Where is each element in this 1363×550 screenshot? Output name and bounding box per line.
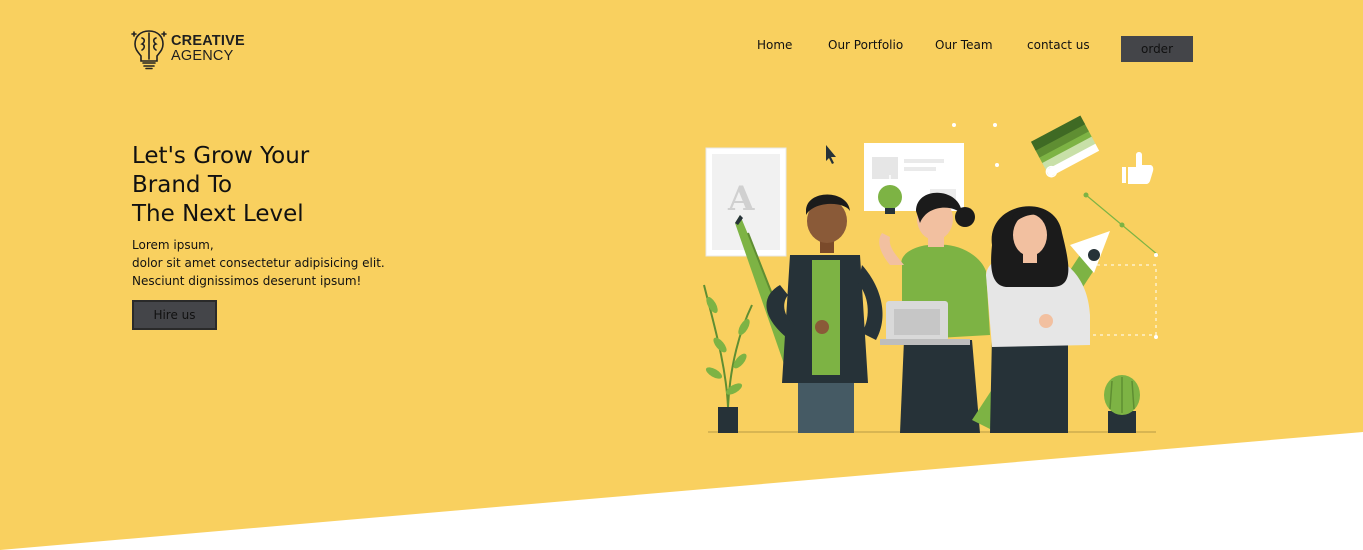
creative-team-illustration: A: [703, 115, 1159, 433]
woman-figure-right: [986, 206, 1090, 433]
brand-name-line2: AGENCY: [171, 48, 234, 64]
cursor-icon: [826, 145, 836, 164]
brain-lightbulb-icon: [131, 30, 167, 70]
nav-home-link[interactable]: Home: [757, 38, 792, 52]
hero-text-line: Lorem ipsum,: [132, 238, 214, 252]
hero-text-line: dolor sit amet consectetur adipisicing e…: [132, 256, 385, 270]
hero-description: Lorem ipsum, dolor sit amet consectetur …: [132, 236, 385, 290]
woman-figure-laptop: [879, 192, 990, 433]
hero-title-line: The Next Level: [132, 201, 304, 227]
thumbs-up-icon: [1122, 152, 1154, 184]
brand-name-line1: CREATIVE: [171, 33, 245, 49]
cactus-icon: [1104, 375, 1140, 433]
hero-title-line: Brand To: [132, 172, 233, 198]
color-swatch-icon: [1030, 115, 1100, 178]
nav-contact-link[interactable]: contact us: [1027, 38, 1090, 52]
order-button[interactable]: order: [1121, 36, 1193, 62]
hire-us-button[interactable]: Hire us: [132, 300, 217, 330]
hero-title: Let's Grow Your Brand To The Next Level: [132, 142, 392, 229]
brand-logo[interactable]: CREATIVE AGENCY: [131, 28, 245, 70]
nav-team-link[interactable]: Our Team: [935, 38, 993, 52]
hero-title-line: Let's Grow Your: [132, 143, 310, 169]
nav-portfolio-link[interactable]: Our Portfolio: [828, 38, 903, 52]
hero-text-line: Nesciunt dignissimos deserunt ipsum!: [132, 274, 362, 288]
svg-text:A: A: [727, 179, 755, 219]
plant-icon: [703, 284, 753, 433]
